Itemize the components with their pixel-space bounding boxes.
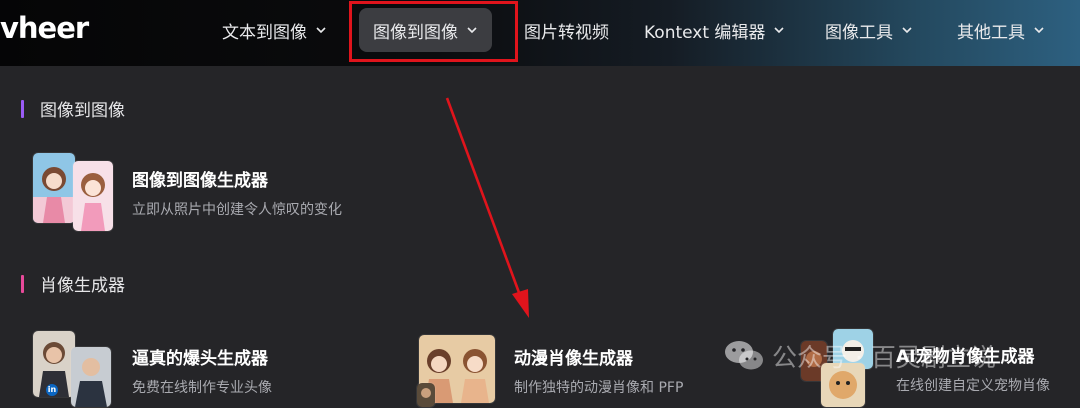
top-nav: vheer 文本到图像 图像到图像 图片转视频 Kontext 编辑器 图像工具… [0, 0, 1080, 66]
logo[interactable]: vheer [0, 11, 89, 45]
card-title: 图像到图像生成器 [132, 171, 268, 191]
card-image-to-image-generator[interactable]: 图像到图像生成器 立即从照片中创建令人惊叹的变化 [32, 152, 392, 232]
chevron-down-icon [773, 24, 785, 36]
nav-other-tools[interactable]: 其他工具 [957, 10, 1045, 50]
card-description: 制作独特的动漫肖像和 PFP [514, 380, 684, 396]
card-description: 在线创建自定义宠物肖像 [896, 378, 1050, 394]
nav-kontext-editor-label: Kontext 编辑器 [644, 22, 766, 43]
card-description: 免费在线制作专业头像 [132, 380, 272, 396]
card-realistic-headshot-generator[interactable]: in 逼真的爆头生成器 免费在线制作专业头像 [32, 330, 392, 408]
wechat-icon [725, 341, 763, 370]
anime-girl-thumbnail [32, 152, 76, 224]
section-accent-bar [21, 274, 24, 293]
nav-text-to-image-label: 文本到图像 [222, 22, 307, 43]
highlight-annotation-box [349, 1, 518, 62]
photo-thumbnail [416, 382, 436, 408]
nav-image-tools-label: 图像工具 [825, 22, 893, 43]
nav-text-to-image[interactable]: 文本到图像 [222, 10, 327, 50]
chevron-down-icon [901, 24, 913, 36]
nav-image-tools[interactable]: 图像工具 [825, 10, 913, 50]
section-accent-bar [21, 99, 24, 118]
linkedin-icon: in [46, 384, 58, 396]
section-title: 图像到图像 [40, 101, 125, 121]
nav-kontext-editor[interactable]: Kontext 编辑器 [644, 10, 785, 50]
card-thumbnail: in [32, 330, 112, 408]
nav-image-to-video[interactable]: 图片转视频 [524, 10, 609, 50]
nav-other-tools-label: 其他工具 [957, 22, 1025, 43]
nav-image-to-video-label: 图片转视频 [524, 22, 609, 43]
card-description: 立即从照片中创建令人惊叹的变化 [132, 202, 342, 218]
section-title: 肖像生成器 [40, 276, 125, 296]
headshot-thumbnail [70, 346, 112, 408]
section-header-portrait-generator: 肖像生成器 [21, 271, 125, 296]
card-thumbnail [414, 330, 496, 408]
card-title: 动漫肖像生成器 [514, 349, 633, 369]
watermark-text: 公众号 · 百灵剧立说 [772, 343, 996, 372]
watermark: 公众号 · 百灵剧立说 [724, 338, 996, 374]
card-thumbnail [32, 152, 114, 232]
card-text: 逼真的爆头生成器 免费在线制作专业头像 [132, 344, 272, 397]
anime-girl-thumbnail [72, 160, 114, 232]
card-text: 动漫肖像生成器 制作独特的动漫肖像和 PFP [514, 344, 683, 397]
section-header-image-to-image: 图像到图像 [21, 96, 125, 121]
card-anime-portrait-generator[interactable]: 动漫肖像生成器 制作独特的动漫肖像和 PFP [414, 330, 744, 408]
card-text: 图像到图像生成器 立即从照片中创建令人惊叹的变化 [132, 166, 342, 219]
chevron-down-icon [1033, 24, 1045, 36]
chevron-down-icon [315, 24, 327, 36]
card-title: 逼真的爆头生成器 [132, 349, 268, 369]
